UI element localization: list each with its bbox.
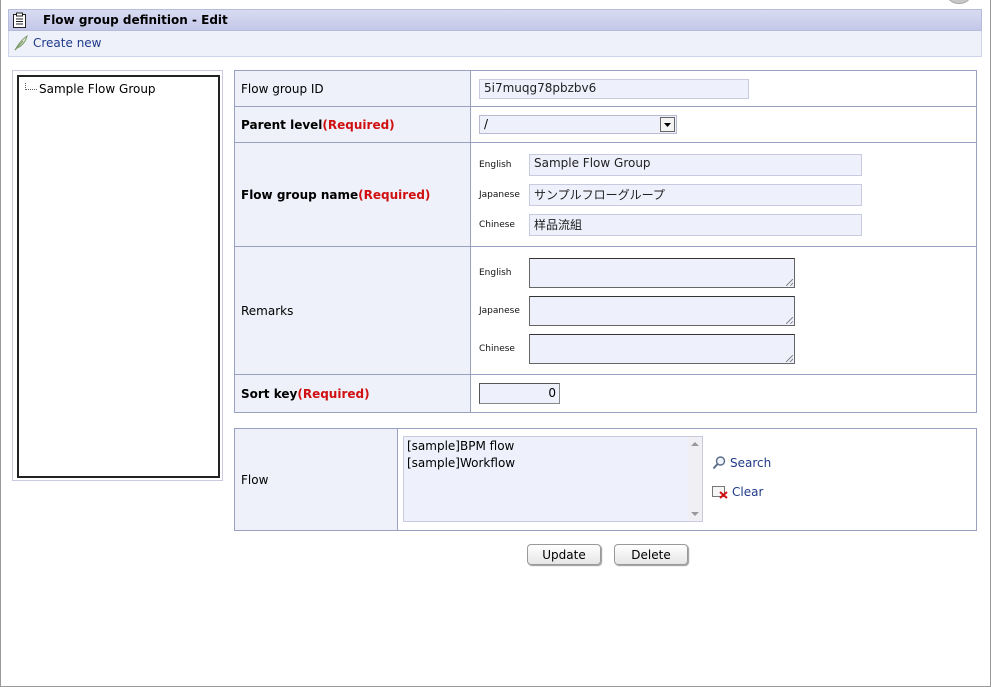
remarks-english-textarea[interactable]	[529, 257, 795, 288]
flow-group-name-label: Flow group name	[241, 187, 359, 202]
flow-label-cell: Flow	[234, 428, 398, 531]
search-label: Search	[730, 455, 772, 470]
required-marker: (Required)	[358, 187, 431, 202]
create-new-link[interactable]: Create new	[13, 34, 102, 52]
parent-level-label-cell: Parent level(Required)	[234, 106, 471, 143]
resize-grip-icon[interactable]	[786, 278, 793, 286]
flow-label: Flow	[241, 472, 269, 487]
tree-panel: Sample Flow Group	[12, 70, 223, 481]
title-bar: Flow group definition - Edit	[8, 9, 982, 31]
flow-group-name-english-row: English Sample Flow Group	[479, 150, 976, 180]
parent-level-value-cell: /	[470, 106, 977, 143]
parent-level-select[interactable]: /	[479, 115, 677, 134]
parent-level-selected: /	[484, 117, 489, 131]
resize-grip-icon[interactable]	[786, 354, 793, 362]
flow-group-name-label-cell: Flow group name(Required)	[234, 142, 471, 247]
lang-label-english: English	[479, 159, 512, 170]
clear-label: Clear	[732, 484, 764, 499]
flow-group-id-value-cell: 5i7muqg78pbzbv6	[470, 70, 977, 107]
required-marker: (Required)	[322, 117, 395, 132]
page-title: Flow group definition - Edit	[43, 13, 228, 27]
tree-view[interactable]: Sample Flow Group	[17, 75, 220, 478]
tree-item-label: Sample Flow Group	[39, 82, 156, 96]
lang-label-english: English	[479, 267, 512, 278]
toolbar: Create new	[8, 31, 982, 57]
remarks-japanese-row: Japanese	[479, 292, 976, 330]
remarks-label-cell: Remarks	[234, 246, 471, 375]
scroll-down-icon[interactable]	[691, 512, 699, 516]
flow-value-cell: [sample]BPM flow [sample]Workflow Search	[397, 428, 977, 531]
clipboard-icon	[12, 12, 27, 28]
flow-group-name-chinese-input[interactable]: 样品流組	[529, 213, 862, 236]
chevron-down-icon[interactable]	[660, 117, 675, 132]
flow-group-id-label-cell: Flow group ID	[234, 70, 471, 107]
update-button[interactable]: Update	[527, 544, 601, 565]
remarks-chinese-textarea[interactable]	[529, 333, 795, 364]
scroll-up-icon[interactable]	[691, 442, 699, 446]
flow-table: Flow [sample]BPM flow [sample]Workflow S…	[234, 428, 977, 531]
sort-key-label: Sort key	[241, 386, 298, 401]
flow-group-name-value-cell: English Sample Flow Group Japanese サンプルフ…	[470, 142, 977, 247]
remarks-chinese-row: Chinese	[479, 330, 976, 368]
feather-icon	[14, 35, 28, 51]
listbox-scrollbar[interactable]	[688, 437, 702, 521]
sort-key-label-cell: Sort key(Required)	[234, 374, 471, 413]
flow-group-form: Flow group ID 5i7muqg78pbzbv6 Parent lev…	[234, 70, 977, 413]
lang-label-chinese: Chinese	[479, 343, 515, 354]
lang-label-japanese: Japanese	[479, 305, 520, 316]
remarks-label: Remarks	[241, 303, 294, 318]
remarks-japanese-textarea[interactable]	[529, 295, 795, 326]
flow-group-name-chinese-row: Chinese 样品流組	[479, 210, 976, 240]
flow-group-id-field[interactable]: 5i7muqg78pbzbv6	[479, 78, 749, 99]
parent-level-label: Parent level	[241, 117, 323, 132]
sort-key-input[interactable]: 0	[479, 383, 560, 404]
flow-listbox[interactable]: [sample]BPM flow [sample]Workflow	[403, 436, 703, 522]
lang-label-chinese: Chinese	[479, 219, 515, 230]
create-new-label: Create new	[33, 36, 102, 50]
delete-button[interactable]: Delete	[614, 544, 688, 565]
resize-grip-icon[interactable]	[786, 316, 793, 324]
required-marker: (Required)	[297, 386, 370, 401]
clear-link[interactable]: Clear	[712, 484, 763, 499]
flow-group-id-label: Flow group ID	[241, 81, 324, 96]
clear-icon	[712, 486, 728, 499]
remarks-english-row: English	[479, 254, 976, 292]
flow-group-name-japanese-input[interactable]: サンプルフローグループ	[529, 183, 862, 206]
flow-list-item[interactable]: [sample]BPM flow	[405, 438, 515, 455]
magnifier-icon	[712, 456, 726, 470]
flow-group-name-english-input[interactable]: Sample Flow Group	[529, 153, 862, 176]
search-link[interactable]: Search	[712, 455, 771, 470]
lang-label-japanese: Japanese	[479, 189, 520, 200]
flow-group-name-japanese-row: Japanese サンプルフローグループ	[479, 180, 976, 210]
sort-key-value-cell: 0	[470, 374, 977, 413]
tree-item-sample-flow-group[interactable]: Sample Flow Group	[25, 82, 156, 96]
tree-connector	[25, 82, 37, 90]
flow-list-item[interactable]: [sample]Workflow	[405, 455, 515, 472]
remarks-value-cell: English Japanese Chinese	[470, 246, 977, 375]
